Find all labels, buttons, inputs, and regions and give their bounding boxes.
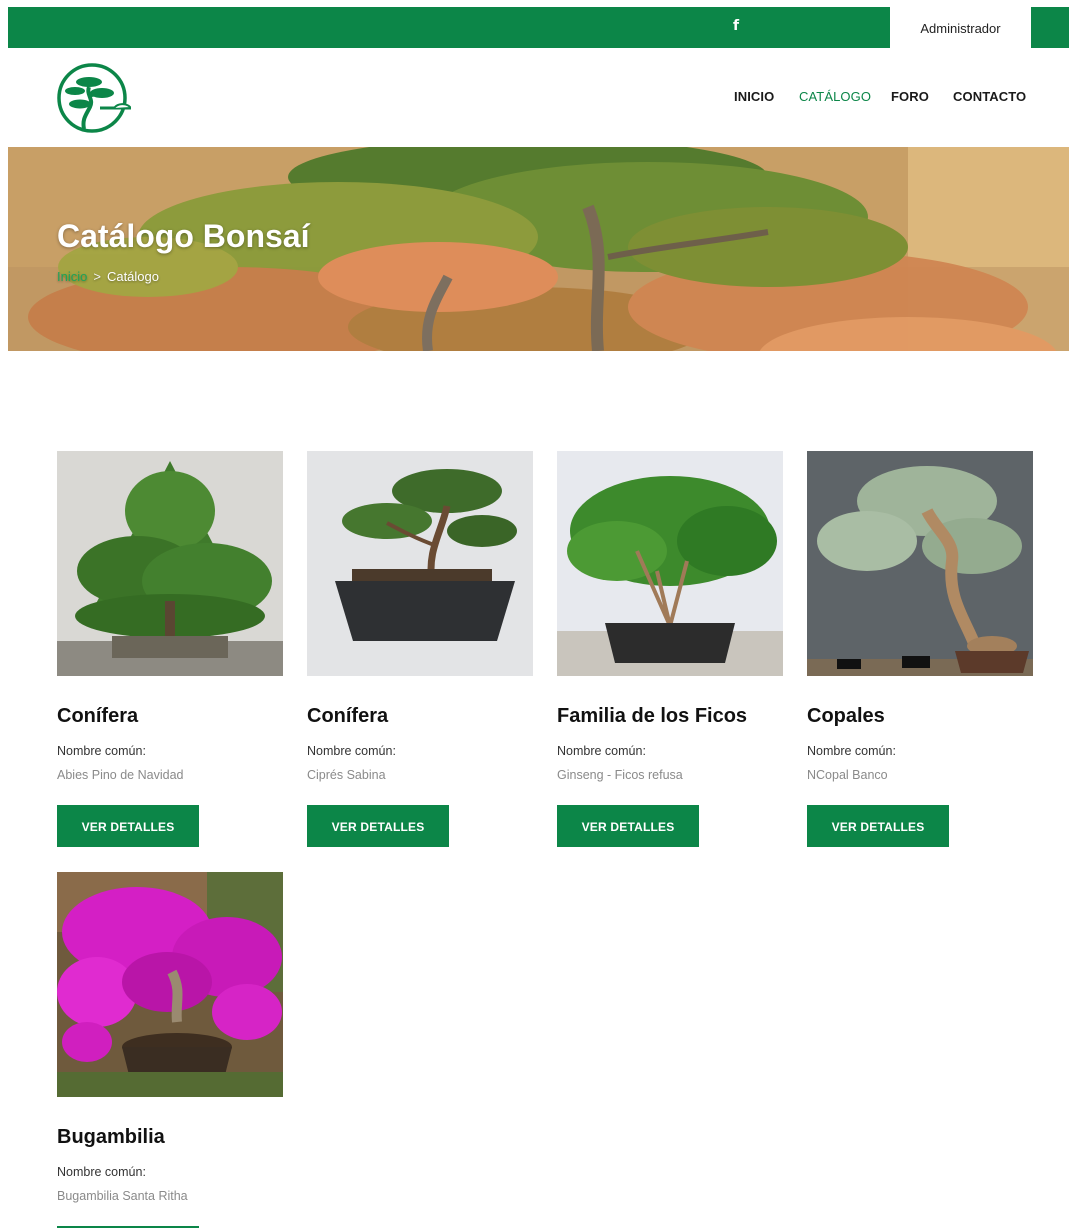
hero-banner: Catálogo Bonsaí Inicio > Catálogo xyxy=(8,147,1069,351)
top-bar: f Administrador xyxy=(8,7,1069,48)
page-title: Catálogo Bonsaí xyxy=(57,218,310,254)
catalog-card: Familia de los Ficos Nombre común: Ginse… xyxy=(557,451,783,851)
card-title: Copales xyxy=(807,705,885,727)
common-name-value: Bugambilia Santa Ritha xyxy=(57,1189,188,1203)
common-name-value: Abies Pino de Navidad xyxy=(57,768,184,782)
nav-item-inicio[interactable]: INICIO xyxy=(734,89,774,104)
breadcrumb-separator: > xyxy=(93,269,101,284)
card-title: Conífera xyxy=(307,705,389,727)
breadcrumb-home-link[interactable]: Inicio xyxy=(57,269,87,284)
nav-item-contacto[interactable]: CONTACTO xyxy=(953,89,1026,104)
common-name-label: Nombre común: xyxy=(307,744,396,758)
card-title: Bugambilia xyxy=(57,1126,165,1148)
card-title: Familia de los Ficos xyxy=(557,705,748,727)
facebook-icon[interactable]: f xyxy=(730,16,742,36)
copal-bonsai-photo[interactable] xyxy=(807,451,1033,676)
catalog-card: Conífera Nombre común: Ciprés Sabina VER… xyxy=(307,451,533,851)
bougainvillea-bonsai-photo[interactable] xyxy=(57,872,283,1097)
main-navigation: INICIO CATÁLOGO FORO CONTACTO xyxy=(0,89,1069,109)
common-name-value: Ginseng - Ficos refusa xyxy=(557,768,683,782)
ficus-bonsai-photo[interactable] xyxy=(557,451,783,676)
catalog-card: Bugambilia Nombre común: Bugambilia Sant… xyxy=(57,872,283,1228)
breadcrumb-current: Catálogo xyxy=(106,269,159,284)
pine-bonsai-photo[interactable] xyxy=(57,451,283,676)
nav-item-foro[interactable]: FORO xyxy=(891,89,929,104)
common-name-label: Nombre común: xyxy=(557,744,646,758)
common-name-value: Ciprés Sabina xyxy=(307,768,386,782)
view-details-button[interactable]: VER DETALLES xyxy=(557,805,699,847)
common-name-label: Nombre común: xyxy=(57,744,146,758)
common-name-label: Nombre común: xyxy=(807,744,896,758)
nav-item-catalogo[interactable]: CATÁLOGO xyxy=(799,89,871,104)
catalog-card: Conífera Nombre común: Abies Pino de Nav… xyxy=(57,451,283,851)
admin-account-button[interactable]: Administrador xyxy=(890,7,1031,48)
common-name-label: Nombre común: xyxy=(57,1165,146,1179)
breadcrumb: Inicio > Catálogo xyxy=(57,269,159,284)
view-details-button[interactable]: VER DETALLES xyxy=(807,805,949,847)
view-details-button[interactable]: VER DETALLES xyxy=(57,805,199,847)
common-name-value: NCopal Banco xyxy=(807,768,888,782)
juniper-bonsai-photo[interactable] xyxy=(307,451,533,676)
card-title: Conífera xyxy=(57,705,139,727)
view-details-button[interactable]: VER DETALLES xyxy=(307,805,449,847)
catalog-card: Copales Nombre común: NCopal Banco VER D… xyxy=(807,451,1033,851)
